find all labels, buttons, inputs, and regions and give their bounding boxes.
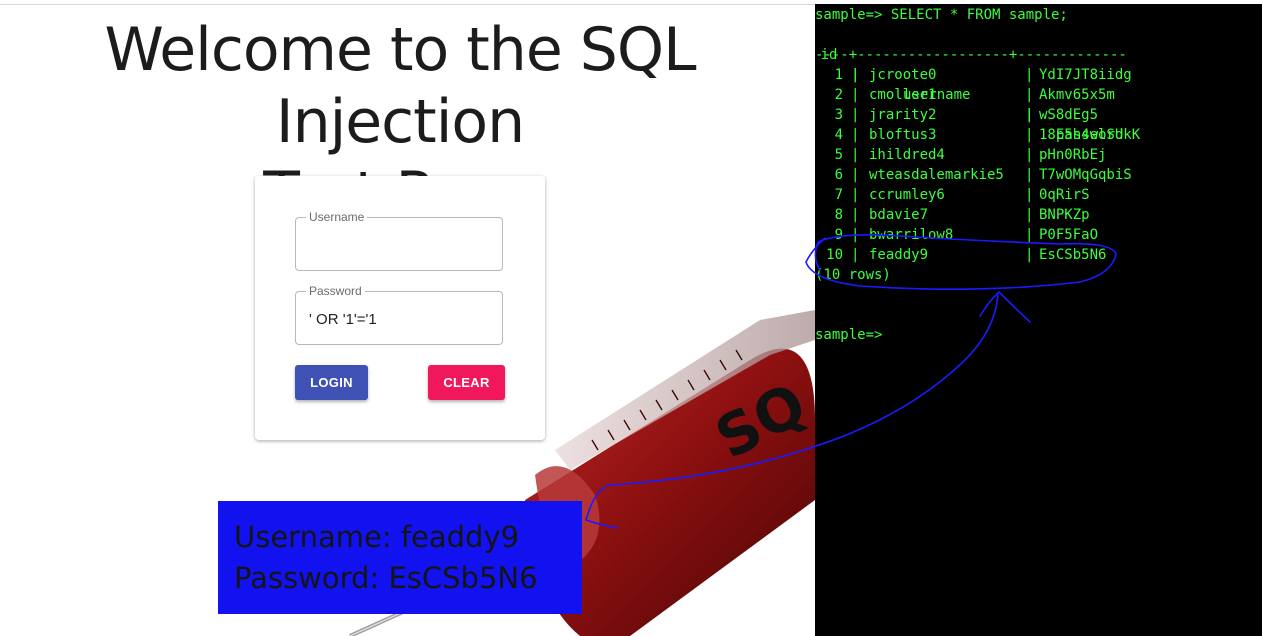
- row-username: jrarity2: [869, 107, 937, 123]
- terminal-prompt: sample=>: [815, 327, 883, 343]
- row-password: P0F5FaO: [1039, 227, 1099, 243]
- table-row: 9 | bwarrilow8 | P0F5FaO: [815, 225, 1262, 245]
- terminal-command: sample=> SELECT * FROM sample;: [815, 7, 1068, 23]
- table-row: 8 | bdavie7 | BNPKZp: [815, 205, 1262, 225]
- row-id: 8: [834, 207, 843, 223]
- row-username: ccrumley6: [869, 187, 945, 203]
- column-separator: |: [851, 227, 860, 243]
- username-label: Username: [306, 210, 368, 224]
- page-title-line-1: Welcome to the SQL Injection: [104, 15, 696, 157]
- column-separator: |: [1025, 227, 1034, 243]
- table-row: 1 | jcroote0 | YdI7JT8iidg: [815, 65, 1262, 85]
- row-id: 6: [834, 167, 843, 183]
- row-username: jcroote0: [869, 67, 937, 83]
- row-password: YdI7JT8iidg: [1039, 67, 1132, 83]
- table-row: 3 | jrarity2 | wS8dEg5: [815, 105, 1262, 125]
- table-row: 4 | bloftus3 | 18E5h4elSUkK: [815, 125, 1262, 145]
- row-id: 5: [834, 147, 843, 163]
- clear-button[interactable]: CLEAR: [428, 365, 505, 400]
- row-count: (10 rows): [815, 267, 891, 283]
- row-username: ihildred4: [869, 147, 945, 163]
- row-id: 9: [834, 227, 843, 243]
- terminal-window[interactable]: sample=> SELECT * FROM sample; id | user…: [815, 4, 1262, 636]
- table-row: 10 | feaddy9 | EsCSb5N6: [815, 245, 1262, 265]
- row-username: bloftus3: [869, 127, 937, 143]
- column-separator: |: [851, 187, 860, 203]
- column-separator: |: [851, 107, 860, 123]
- result-callout: Username: feaddy9 Password: EsCSb5N6: [218, 501, 582, 614]
- row-id: 2: [834, 87, 843, 103]
- column-separator: |: [1025, 187, 1034, 203]
- column-separator: |: [1025, 207, 1034, 223]
- web-page: Welcome to the SQL Injection Test Page: [0, 0, 815, 636]
- row-id: 3: [834, 107, 843, 123]
- row-password: pHn0RbEj: [1039, 147, 1107, 163]
- table-row: 6 | wteasdalemarkie5 | T7wOMqGqbiS: [815, 165, 1262, 185]
- row-id: 1: [834, 67, 843, 83]
- column-separator: |: [851, 167, 860, 183]
- row-password: 0qRirS: [1039, 187, 1090, 203]
- row-id: 7: [834, 187, 843, 203]
- column-separator: |: [851, 127, 860, 143]
- callout-password: Password: EsCSb5N6: [234, 561, 538, 595]
- column-separator: |: [1025, 67, 1034, 83]
- login-button[interactable]: LOGIN: [295, 365, 368, 400]
- row-password: 18E5h4elSUkK: [1039, 127, 1141, 143]
- column-separator: |: [1025, 87, 1034, 103]
- password-value: ' OR '1'='1: [309, 311, 377, 328]
- row-password: wS8dEg5: [1039, 107, 1099, 123]
- column-separator: |: [851, 247, 860, 263]
- browser-top-divider: [0, 4, 815, 5]
- table-separator: ----+------------------+-------------: [815, 47, 1127, 63]
- username-field[interactable]: Username: [295, 210, 503, 271]
- password-label: Password: [306, 284, 365, 298]
- row-username: cmoller1: [869, 87, 937, 103]
- row-username: bdavie7: [869, 207, 929, 223]
- table-row: 5 | ihildred4 | pHn0RbEj: [815, 145, 1262, 165]
- row-password: BNPKZp: [1039, 207, 1090, 223]
- callout-username: Username: feaddy9: [234, 520, 520, 554]
- row-username: wteasdalemarkie5: [869, 167, 1004, 183]
- row-password: T7wOMqGqbiS: [1039, 167, 1132, 183]
- login-card: Username Password ' OR '1'='1 LOGIN CLEA…: [255, 176, 545, 440]
- table-header: id | username | password: [815, 25, 1262, 143]
- column-separator: |: [1025, 167, 1034, 183]
- row-username: feaddy9: [869, 247, 929, 263]
- row-id: 10: [826, 247, 843, 263]
- password-field[interactable]: Password ' OR '1'='1: [295, 284, 503, 345]
- row-password: Akmv65x5m: [1039, 87, 1115, 103]
- table-row: 2 | cmoller1 | Akmv65x5m: [815, 85, 1262, 105]
- row-id: 4: [834, 127, 843, 143]
- column-separator: |: [851, 67, 860, 83]
- column-separator: |: [851, 207, 860, 223]
- column-separator: |: [1025, 147, 1034, 163]
- column-separator: |: [1025, 107, 1034, 123]
- column-separator: |: [1025, 247, 1034, 263]
- row-username: bwarrilow8: [869, 227, 954, 243]
- row-password: EsCSb5N6: [1039, 247, 1107, 263]
- column-separator: |: [851, 147, 860, 163]
- column-separator: |: [851, 87, 860, 103]
- column-separator: |: [1025, 127, 1034, 143]
- table-row: 7 | ccrumley6 | 0qRirS: [815, 185, 1262, 205]
